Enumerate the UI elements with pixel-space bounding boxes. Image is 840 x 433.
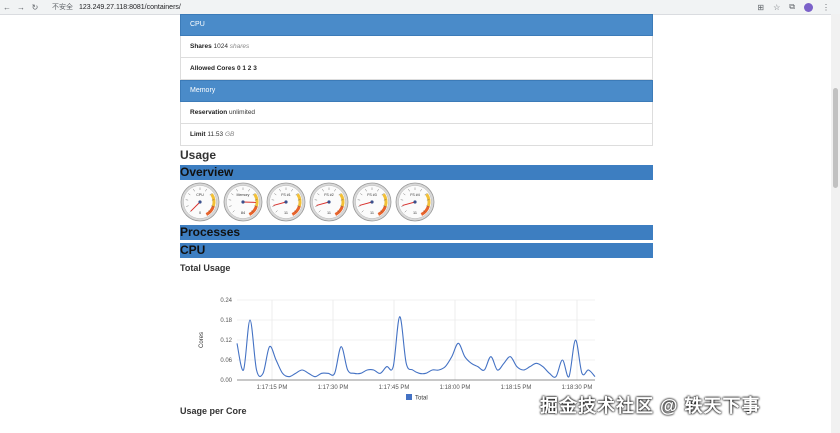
gauge-value: 11 — [327, 211, 331, 215]
gauge-value: 0 — [199, 211, 201, 215]
gauge-4: FS #3 11 — [352, 182, 392, 222]
watermark: 掘金技术社区 @ 轶天下事 — [540, 396, 761, 416]
insecure-warning[interactable]: 不安全 — [52, 2, 73, 12]
cores-value: 0 1 2 3 — [236, 65, 257, 72]
reservation-label: Reservation — [190, 109, 228, 116]
legend-swatch — [406, 394, 412, 400]
y-axis-label: Cores — [199, 332, 205, 348]
cpu-heading: CPU — [180, 243, 653, 258]
cpu-cores-row: Allowed Cores 0 1 2 3 — [180, 58, 653, 80]
total-usage-heading: Total Usage — [180, 263, 231, 273]
url-text[interactable]: 123.249.27.118:8081/containers/ — [79, 4, 181, 11]
limit-unit: GB — [224, 131, 235, 138]
gauge-hub — [284, 200, 288, 204]
total-usage-chart-svg: 0.00 0.06 0.12 0.18 0.24 1:17:15 PM 1:17:30 PM… — [199, 298, 596, 402]
y-tick-label: 0.12 — [220, 338, 232, 344]
gauge-row: CPU 0 Memory 84 FS #1 11 FS #2 11 FS #3 11 FS #4 11 — [180, 180, 653, 223]
cpu-shares-row: Shares 1024 shares — [180, 36, 653, 58]
y-tick-label: 0.00 — [220, 378, 232, 384]
browser-toolbar: ← → ↻ 不安全 123.249.27.118:8081/containers… — [0, 0, 840, 15]
x-tick-label: 1:18:30 PM — [562, 385, 593, 391]
x-tick-label: 1:18:00 PM — [440, 385, 471, 391]
back-icon[interactable]: ← — [0, 3, 14, 12]
shares-unit: shares — [229, 43, 250, 50]
cpu-panel-title: CPU — [180, 14, 653, 36]
gauge-hub — [327, 200, 331, 204]
container-page: CPU Shares 1024 shares Allowed Cores 0 1… — [180, 14, 653, 273]
gauge-label: FS #1 — [281, 193, 291, 197]
x-tick-label: 1:17:45 PM — [379, 385, 410, 391]
extensions-icon[interactable]: ⧉ — [789, 2, 795, 12]
gauge-hub — [370, 200, 374, 204]
gauge-5: FS #4 11 — [395, 182, 435, 222]
usage-heading: Usage — [180, 148, 217, 162]
gauge-hub — [241, 200, 245, 204]
gauge-label: FS #3 — [367, 193, 377, 197]
gauge-hub — [413, 200, 417, 204]
page-scrollbar[interactable] — [831, 14, 840, 433]
translate-icon[interactable]: ⊞ — [757, 3, 764, 12]
reservation-value: unlimited — [229, 109, 256, 116]
gauge-label: FS #2 — [324, 193, 334, 197]
shares-value: 1024 — [213, 43, 228, 50]
usage-per-core-heading: Usage per Core — [180, 406, 247, 416]
y-tick-label: 0.06 — [220, 358, 232, 364]
forward-icon[interactable]: → — [14, 3, 28, 12]
gauge-label: CPU — [196, 193, 204, 197]
shares-label: Shares — [190, 43, 212, 50]
gauge-value: 11 — [284, 211, 288, 215]
overview-heading: Overview — [180, 165, 653, 180]
x-tick-label: 1:17:30 PM — [318, 385, 349, 391]
gauge-label: Memory — [237, 193, 250, 197]
limit-value: 11.53 — [207, 131, 224, 138]
address-bar[interactable]: 不安全 123.249.27.118:8081/containers/ — [52, 2, 732, 12]
bookmark-star-icon[interactable]: ☆ — [773, 3, 780, 12]
gauge-value: 11 — [370, 211, 374, 215]
gauge-label: FS #4 — [410, 193, 420, 197]
menu-icon[interactable]: ⋮ — [822, 3, 830, 12]
scrollbar-thumb[interactable] — [833, 88, 838, 188]
legend-label: Total — [415, 396, 428, 402]
y-tick-label: 0.24 — [220, 298, 232, 304]
memory-reservation-row: Reservation unlimited — [180, 102, 653, 124]
total-usage-chart: 0.00 0.06 0.12 0.18 0.24 1:17:15 PM 1:17:30 PM… — [195, 290, 605, 405]
gauge-value: 84 — [241, 211, 245, 215]
gauge-2: FS #1 11 — [266, 182, 306, 222]
x-tick-label: 1:17:15 PM — [257, 385, 288, 391]
memory-panel-title: Memory — [180, 80, 653, 102]
reload-icon[interactable]: ↻ — [28, 3, 42, 12]
profile-avatar[interactable] — [804, 2, 813, 12]
cores-label: Allowed Cores — [190, 65, 236, 72]
gauge-hub — [198, 200, 202, 204]
gauge-3: FS #2 11 — [309, 182, 349, 222]
gauge-value: 11 — [413, 211, 417, 215]
x-tick-label: 1:18:15 PM — [501, 385, 532, 391]
y-tick-label: 0.18 — [220, 318, 232, 324]
limit-label: Limit — [190, 131, 206, 138]
processes-heading: Processes — [180, 225, 653, 240]
gauge-0: CPU 0 — [180, 182, 220, 222]
gauge-1: Memory 84 — [223, 182, 263, 222]
memory-limit-row: Limit 11.53 GB — [180, 124, 653, 146]
